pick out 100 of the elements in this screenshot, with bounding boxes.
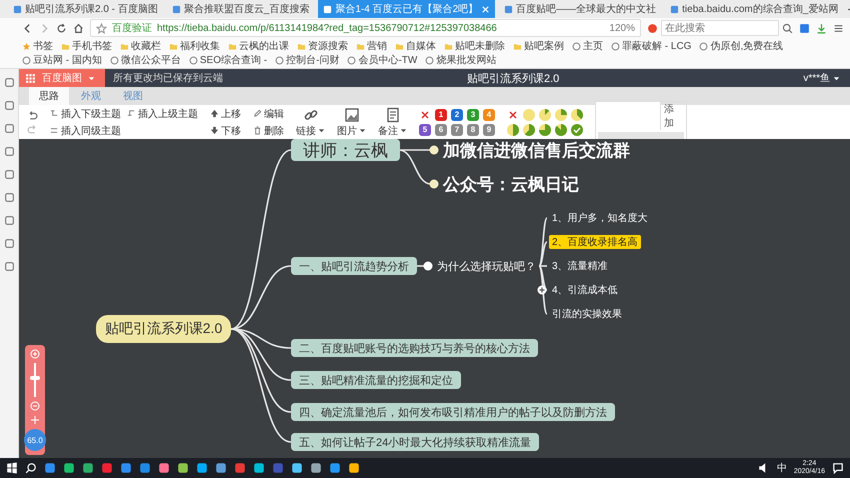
node-dot-icon[interactable] (429, 179, 439, 189)
sidebar-icon[interactable] (4, 123, 14, 134)
sidebar-icon[interactable] (4, 169, 14, 180)
sidebar-icon[interactable] (4, 215, 14, 226)
move-up-button[interactable]: 上移 (210, 106, 241, 120)
bookmark-link[interactable]: 营销 (356, 39, 387, 53)
leaf-topic[interactable]: 1、用户多，知名度大 (549, 211, 651, 225)
bookmark-link[interactable]: 会员中心-TW (347, 53, 418, 67)
bookmark-link[interactable]: 福利收集 (169, 39, 220, 53)
app-icon[interactable] (177, 462, 189, 474)
node-dot-icon[interactable] (423, 261, 433, 271)
delete-button[interactable]: 删除 (253, 124, 284, 138)
close-icon[interactable] (481, 4, 490, 14)
app-icon[interactable] (63, 462, 75, 474)
bookmark-link[interactable]: SEO综合查询 - (188, 53, 268, 67)
app-icon[interactable] (215, 462, 227, 474)
expand-plus-icon[interactable] (537, 285, 547, 295)
bookmark-link[interactable]: 贴吧未删除 (444, 39, 505, 53)
zoom-out-icon[interactable] (30, 401, 40, 411)
insert-sibling-button[interactable]: 插入同级主题 (50, 124, 198, 138)
leaf-topic[interactable]: 2、百度收录排名高 (549, 235, 641, 249)
progress-pie-icon[interactable] (571, 108, 583, 120)
move-down-button[interactable]: 下移 (210, 124, 241, 138)
sidebar-icon[interactable] (4, 100, 14, 111)
menu-icon[interactable] (833, 22, 844, 34)
ribbon-tab[interactable]: 思路 (29, 87, 69, 105)
progress-pie-icon[interactable] (507, 124, 519, 136)
clear-progress-icon[interactable] (507, 108, 519, 120)
bookmark-link[interactable]: 烧果批发网站 (425, 53, 496, 67)
app-icon[interactable] (101, 462, 113, 474)
app-icon[interactable] (348, 462, 360, 474)
sidebar-icon[interactable] (4, 238, 14, 249)
app-icon[interactable] (196, 462, 208, 474)
leaf-topic[interactable]: 3、流量精准 (549, 259, 611, 273)
floating-topic[interactable]: 加微信进微信售后交流群 (443, 139, 630, 161)
image-button[interactable]: 图片 (337, 106, 366, 138)
insert-child-button[interactable]: 插入下级主题 (50, 106, 121, 120)
windows-start-icon[interactable] (6, 462, 18, 474)
sidebar-icon[interactable] (4, 192, 14, 203)
search-icon[interactable] (25, 462, 37, 474)
browser-tab[interactable]: 百度贴吧——全球最大的中文社 (499, 0, 662, 18)
bookmark-link[interactable]: 收藏栏 (120, 39, 161, 53)
progress-pie-icon[interactable] (539, 108, 551, 120)
link-button[interactable]: 链接 (296, 106, 325, 138)
search-field[interactable]: 在此搜索 (661, 20, 779, 36)
leaf-topic[interactable]: 4、引流成本低 (549, 283, 621, 297)
user-menu-button[interactable]: v***鱼 (803, 71, 840, 85)
bookmark-link[interactable]: 微信公众平台 (110, 53, 181, 67)
app-icon[interactable] (234, 462, 246, 474)
app-icon[interactable] (253, 462, 265, 474)
app-icon[interactable] (291, 462, 303, 474)
bookmark-link[interactable]: 贴吧案例 (513, 39, 564, 53)
input-method-indicator[interactable]: 中 (776, 461, 787, 475)
sidebar-icon[interactable] (4, 261, 14, 272)
priority-button[interactable]: 2 (451, 108, 463, 120)
bookmark-link[interactable]: 豆站网 - 国内知 (22, 53, 102, 67)
leaf-topic[interactable]: 引流的实操效果 (549, 307, 625, 321)
bookmark-link[interactable]: 云枫的出课 (228, 39, 289, 53)
move-icon[interactable] (30, 415, 40, 425)
star-icon[interactable] (96, 22, 107, 34)
app-icon[interactable] (82, 462, 94, 474)
home-icon[interactable] (73, 22, 84, 34)
sidebar-icon[interactable] (4, 77, 14, 88)
zoom-slider-thumb[interactable] (30, 376, 40, 380)
reload-icon[interactable] (56, 22, 67, 34)
bookmark-link[interactable]: 伪原创,免费在线 (699, 39, 784, 53)
priority-button[interactable]: 1 (435, 108, 447, 120)
edit-button[interactable]: 编辑 (253, 106, 284, 120)
priority-button[interactable]: 5 (419, 124, 431, 136)
browser-tab[interactable]: 聚合推联盟百度云_百度搜索 (166, 0, 314, 18)
bookmark-link[interactable]: 控制台-问财 (275, 53, 340, 67)
bookmark-link[interactable]: 资源搜索 (297, 39, 348, 53)
browser-tab[interactable]: 贴吧引流系列课2.0 - 百度脑图 (8, 0, 163, 18)
app-icon[interactable] (44, 462, 56, 474)
address-field[interactable]: 百度验证 https://tieba.baidu.com/p/6113141984?red_tag=1536790712#125397038466 120% (90, 19, 641, 37)
progress-pie-icon[interactable] (555, 124, 567, 136)
app-icon[interactable] (139, 462, 151, 474)
zoom-reading[interactable]: 65.0 (24, 429, 46, 451)
main-topic[interactable]: 一、贴吧引流趋势分析 (291, 257, 417, 275)
browser-tab[interactable]: tieba.baidu.com的综合查询_爱站网 (665, 0, 844, 18)
main-topic[interactable]: 五、如何让帖子24小时最大化持续获取精准流量 (291, 433, 540, 451)
progress-pie-icon[interactable] (539, 124, 551, 136)
notification-icon[interactable] (832, 462, 844, 474)
main-topic[interactable]: 三、贴吧精准流量的挖掘和定位 (291, 371, 461, 389)
sidebar-icon[interactable] (4, 146, 14, 157)
insert-parent-button[interactable]: 插入上级主题 (127, 106, 198, 120)
app-icon[interactable] (310, 462, 322, 474)
check-circle-icon[interactable] (571, 124, 583, 136)
main-topic[interactable]: 二、百度贴吧账号的选购技巧与养号的核心方法 (291, 339, 538, 357)
progress-pie-icon[interactable] (523, 124, 535, 136)
app-icon[interactable] (120, 462, 132, 474)
main-topic[interactable]: 讲师：云枫 (291, 139, 400, 161)
extension-icon[interactable] (799, 22, 810, 34)
node-dot-icon[interactable] (429, 145, 439, 155)
note-button[interactable]: 备注 (378, 106, 407, 138)
sub-topic[interactable]: 为什么选择玩贴吧？ (437, 257, 536, 275)
root-topic[interactable]: 贴吧引流系列课2.0 (96, 315, 231, 343)
bookmark-link[interactable]: 书签 (22, 39, 53, 53)
app-icon[interactable] (329, 462, 341, 474)
clear-priority-icon[interactable] (419, 108, 431, 120)
